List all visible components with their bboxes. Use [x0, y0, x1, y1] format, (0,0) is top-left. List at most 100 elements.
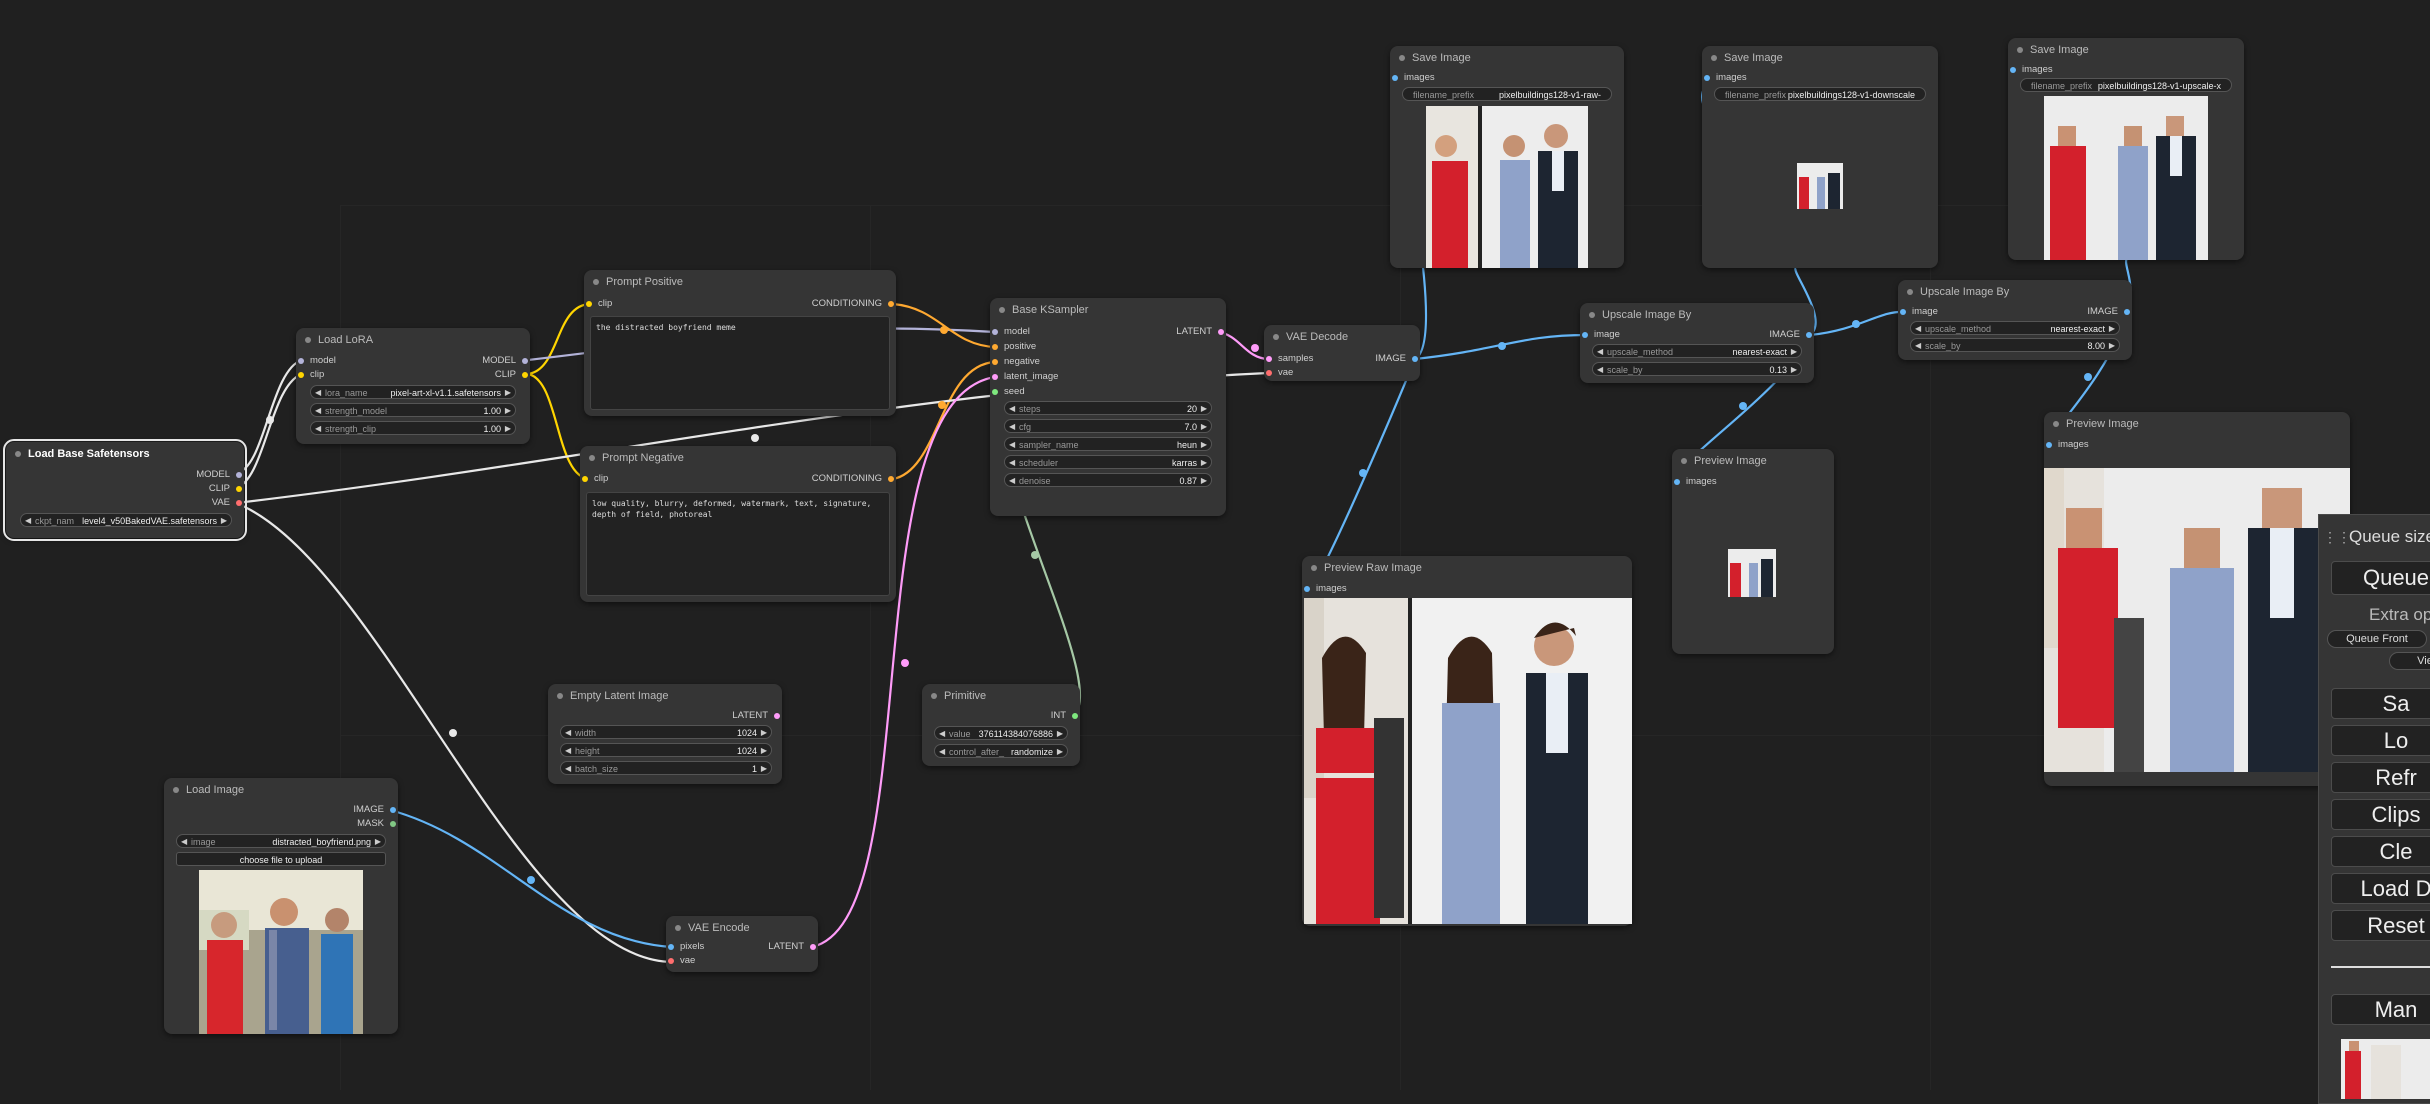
save-button[interactable]: Sa [2331, 688, 2430, 719]
node-vae-encode[interactable]: VAE Encode pixels vae LATENT [666, 916, 818, 972]
refresh-button[interactable]: Refr [2331, 762, 2430, 793]
arrow-right-icon[interactable]: ▶ [1791, 363, 1797, 375]
input-seed[interactable]: seed [990, 385, 1025, 399]
arrow-left-icon[interactable]: ◀ [1009, 420, 1015, 432]
output-image[interactable]: IMAGE [2087, 305, 2132, 319]
arrow-left-icon[interactable]: ◀ [1597, 345, 1603, 357]
arrow-left-icon[interactable]: ◀ [1009, 402, 1015, 414]
output-clip[interactable]: CLIP [495, 368, 530, 382]
output-latent[interactable]: LATENT [768, 940, 818, 954]
arrow-right-icon[interactable]: ▶ [1201, 438, 1207, 450]
prompt-text-area[interactable]: the distracted boyfriend meme [590, 316, 890, 410]
node-prompt-negative[interactable]: Prompt Negative clip CONDITIONING low qu… [580, 446, 896, 602]
node-vae-decode[interactable]: VAE Decode samples vae IMAGE [1264, 325, 1420, 381]
output-image[interactable]: IMAGE [353, 803, 398, 817]
prompt-text-area[interactable]: low quality, blurry, deformed, watermark… [586, 492, 890, 596]
input-positive[interactable]: positive [990, 340, 1036, 354]
output-latent[interactable]: LATENT [732, 709, 782, 723]
arrow-right-icon[interactable]: ▶ [1057, 727, 1063, 739]
arrow-left-icon[interactable]: ◀ [315, 404, 321, 416]
drag-handle-icon[interactable]: ⋮⋮ [2323, 529, 2351, 546]
node-upscale-image-by-down[interactable]: Upscale Image By image IMAGE ◀ upscale_me… [1580, 303, 1814, 383]
node-save-image-raw[interactable]: Save Image images filename_prefix pixelbu… [1390, 46, 1624, 268]
arrow-left-icon[interactable]: ◀ [25, 514, 31, 526]
choose-file-button[interactable]: choose file to upload [176, 852, 386, 866]
queue-prompt-button[interactable]: Queue [2331, 561, 2430, 595]
output-conditioning[interactable]: CONDITIONING [812, 472, 896, 486]
arrow-left-icon[interactable]: ◀ [1597, 363, 1603, 375]
upscale-method-combo[interactable]: ◀ upscale_method nearest-exact ▶ [1910, 321, 2120, 335]
arrow-right-icon[interactable]: ▶ [1201, 402, 1207, 414]
arrow-left-icon[interactable]: ◀ [181, 835, 187, 847]
arrow-left-icon[interactable]: ◀ [315, 386, 321, 398]
output-mask[interactable]: MASK [357, 817, 398, 831]
arrow-left-icon[interactable]: ◀ [939, 745, 945, 757]
steps-number[interactable]: ◀ steps 20 ▶ [1004, 401, 1212, 415]
sampler-name-combo[interactable]: ◀ sampler_name heun ▶ [1004, 437, 1212, 451]
input-vae[interactable]: vae [1264, 366, 1293, 380]
arrow-right-icon[interactable]: ▶ [1791, 345, 1797, 357]
arrow-left-icon[interactable]: ◀ [1009, 438, 1015, 450]
clear-button[interactable]: Cle [2331, 836, 2430, 867]
input-images[interactable]: images [2008, 63, 2053, 77]
batch-size-number[interactable]: ◀ batch_size 1 ▶ [560, 761, 772, 775]
output-conditioning[interactable]: CONDITIONING [812, 297, 896, 311]
input-model[interactable]: model [296, 354, 336, 368]
arrow-right-icon[interactable]: ▶ [761, 726, 767, 738]
arrow-left-icon[interactable]: ◀ [1009, 474, 1015, 486]
load-button[interactable]: Lo [2331, 725, 2430, 756]
arrow-right-icon[interactable]: ▶ [505, 404, 511, 416]
arrow-left-icon[interactable]: ◀ [565, 762, 571, 774]
node-load-lora[interactable]: Load LoRA model clip MODEL CLIP ◀ lora_na… [296, 328, 530, 444]
node-preview-image-upscale[interactable]: Preview Image images [2044, 412, 2350, 786]
control-after-generate-combo[interactable]: ◀ control_after_ randomize ▶ [934, 744, 1068, 758]
input-images[interactable]: images [1672, 475, 1717, 489]
output-model[interactable]: MODEL [482, 354, 530, 368]
cfg-number[interactable]: ◀ cfg 7.0 ▶ [1004, 419, 1212, 433]
output-model[interactable]: MODEL [196, 468, 244, 482]
arrow-right-icon[interactable]: ▶ [761, 762, 767, 774]
lora-name-combo[interactable]: ◀ lora_name pixel-art-xl-v1.1.safetensors ▶ [310, 385, 516, 399]
node-preview-image-downscale[interactable]: Preview Image images [1672, 449, 1834, 654]
upscale-method-combo[interactable]: ◀ upscale_method nearest-exact ▶ [1592, 344, 1802, 358]
arrow-right-icon[interactable]: ▶ [2109, 322, 2115, 334]
input-pixels[interactable]: pixels [666, 940, 704, 954]
manager-button[interactable]: Man [2331, 994, 2430, 1025]
output-image[interactable]: IMAGE [1769, 328, 1814, 342]
output-image[interactable]: IMAGE [1375, 352, 1420, 366]
arrow-left-icon[interactable]: ◀ [1009, 456, 1015, 468]
arrow-right-icon[interactable]: ▶ [505, 422, 511, 434]
node-load-image[interactable]: Load Image IMAGE MASK ◀ image distracted_b… [164, 778, 398, 1034]
node-upscale-image-by-up[interactable]: Upscale Image By image IMAGE ◀ upscale_me… [1898, 280, 2132, 360]
arrow-right-icon[interactable]: ▶ [1201, 456, 1207, 468]
scale-by-number[interactable]: ◀ scale_by 0.13 ▶ [1592, 362, 1802, 376]
arrow-right-icon[interactable]: ▶ [761, 744, 767, 756]
scheduler-combo[interactable]: ◀ scheduler karras ▶ [1004, 455, 1212, 469]
arrow-right-icon[interactable]: ▶ [2109, 339, 2115, 351]
input-image[interactable]: image [1580, 328, 1620, 342]
input-model[interactable]: model [990, 325, 1030, 339]
arrow-right-icon[interactable]: ▶ [1201, 420, 1207, 432]
arrow-left-icon[interactable]: ◀ [315, 422, 321, 434]
denoise-number[interactable]: ◀ denoise 0.87 ▶ [1004, 473, 1212, 487]
arrow-left-icon[interactable]: ◀ [565, 744, 571, 756]
arrow-right-icon[interactable]: ▶ [505, 386, 511, 398]
output-int[interactable]: INT [1051, 709, 1080, 723]
output-clip[interactable]: CLIP [209, 482, 244, 496]
strength-clip-number[interactable]: ◀ strength_clip 1.00 ▶ [310, 421, 516, 435]
input-images[interactable]: images [1390, 71, 1435, 85]
input-images[interactable]: images [2044, 438, 2089, 452]
node-preview-raw-image[interactable]: Preview Raw Image images [1302, 556, 1632, 926]
image-file-combo[interactable]: ◀ image distracted_boyfriend.png ▶ [176, 834, 386, 848]
output-latent[interactable]: LATENT [1176, 325, 1226, 339]
node-save-image-downscale[interactable]: Save Image images filename_prefix pixelbu… [1702, 46, 1938, 268]
output-vae[interactable]: VAE [212, 496, 244, 510]
clipspace-button[interactable]: Clips [2331, 799, 2430, 830]
filename-prefix-text[interactable]: filename_prefix pixelbuildings128-v1-raw- [1402, 87, 1612, 101]
strength-model-number[interactable]: ◀ strength_model 1.00 ▶ [310, 403, 516, 417]
arrow-left-icon[interactable]: ◀ [565, 726, 571, 738]
arrow-right-icon[interactable]: ▶ [221, 514, 227, 526]
node-prompt-positive[interactable]: Prompt Positive clip CONDITIONING the di… [584, 270, 896, 416]
arrow-left-icon[interactable]: ◀ [1915, 322, 1921, 334]
load-default-button[interactable]: Load D [2331, 873, 2430, 904]
